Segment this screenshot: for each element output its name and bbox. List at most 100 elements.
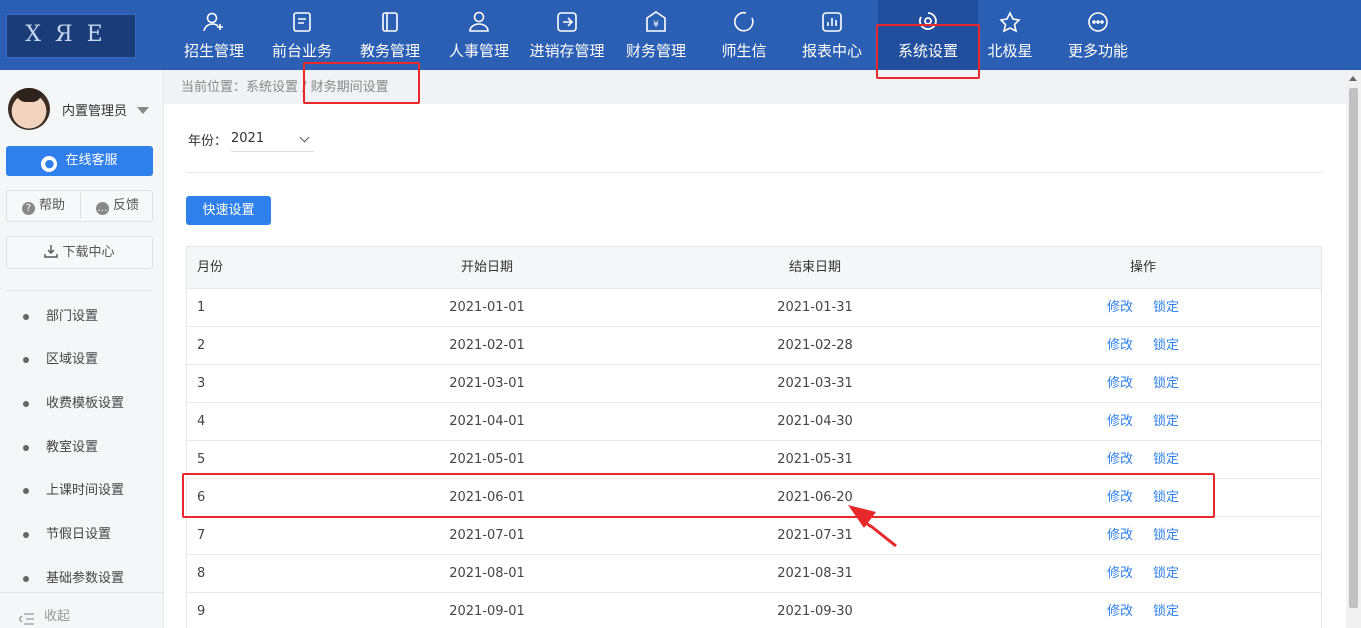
menu-item-region[interactable]: 区域设置: [0, 348, 163, 372]
scroll-thumb[interactable]: [1349, 88, 1358, 608]
svg-text:¥: ¥: [653, 20, 659, 30]
edit-link[interactable]: 修改: [1107, 517, 1133, 555]
menu-label: 节假日设置: [46, 527, 112, 542]
cell-month: 9: [197, 604, 206, 619]
table-row: 6 2021-06-01 2021-06-20 修改 锁定: [187, 479, 1321, 517]
cell-start-date: 2021-01-01: [449, 300, 525, 315]
lock-link[interactable]: 锁定: [1153, 441, 1179, 479]
cell-start-date: 2021-07-01: [449, 528, 525, 543]
collapse-label: 收起: [44, 609, 71, 624]
yuan-icon: ¥: [646, 11, 666, 32]
table-row: 3 2021-03-01 2021-03-31 修改 锁定: [187, 365, 1321, 403]
quick-setting-button[interactable]: 快速设置: [186, 196, 271, 225]
nav-item-reports[interactable]: 报表中心: [794, 0, 870, 70]
nav-label: 财务管理: [625, 42, 686, 60]
edit-link[interactable]: 修改: [1107, 403, 1133, 441]
cell-actions: 修改 锁定: [993, 365, 1293, 403]
arrow-box-icon: [557, 12, 577, 32]
breadcrumb-path: 系统设置 / 财务期间设置: [246, 80, 389, 95]
year-select[interactable]: 2021: [231, 126, 314, 152]
column-header-start: 开始日期: [460, 260, 513, 275]
cell-month: 4: [197, 414, 206, 429]
menu-item-department[interactable]: 部门设置: [0, 305, 163, 329]
comment-icon: …: [95, 202, 109, 215]
lock-link[interactable]: 锁定: [1153, 593, 1179, 628]
nav-item-hr[interactable]: 人事管理: [440, 0, 518, 70]
menu-item-class-time[interactable]: 上课时间设置: [0, 479, 163, 503]
bullet-icon: [23, 488, 29, 494]
help-button[interactable]: ? 帮助: [7, 191, 80, 221]
book-icon: [382, 12, 398, 32]
divider: [6, 290, 153, 291]
cell-actions: 修改 锁定: [993, 593, 1293, 628]
help-feedback-group: ? 帮助 … 反馈: [6, 190, 153, 222]
collapse-button[interactable]: 收起: [0, 592, 163, 628]
cell-end-date: 2021-07-31: [777, 528, 853, 543]
nav-item-finance[interactable]: ¥ 财务管理: [617, 0, 695, 70]
caret-down-icon[interactable]: [137, 107, 149, 114]
nav-item-more[interactable]: 更多功能: [1058, 0, 1138, 70]
help-label: 帮助: [38, 198, 65, 213]
nav-item-inventory[interactable]: 进销存管理: [524, 0, 610, 70]
nav-item-academic[interactable]: 教务管理: [350, 0, 430, 70]
main-content: 年份： 2021 快速设置 月份 开始日期 结束日期 操作 1 2021-01-0…: [164, 104, 1346, 628]
settings-icon: [919, 12, 937, 30]
brand-logo[interactable]: ХЯЕ: [6, 14, 136, 58]
nav-item-system-settings[interactable]: 系统设置: [878, 0, 978, 70]
lock-link[interactable]: 锁定: [1153, 517, 1179, 555]
table-row: 7 2021-07-01 2021-07-31 修改 锁定: [187, 517, 1321, 555]
edit-link[interactable]: 修改: [1107, 555, 1133, 593]
edit-link[interactable]: 修改: [1107, 365, 1133, 403]
nav-item-messaging[interactable]: 师生信: [706, 0, 782, 70]
more-icon: [1088, 12, 1108, 32]
edit-link[interactable]: 修改: [1107, 327, 1133, 365]
lock-link[interactable]: 锁定: [1153, 365, 1179, 403]
nav-item-front-desk[interactable]: 前台业务: [262, 0, 342, 70]
download-icon: [44, 245, 59, 258]
collapse-icon: [19, 613, 34, 625]
download-center-button[interactable]: 下载中心: [6, 236, 153, 269]
circle-icon: [734, 11, 754, 32]
cell-month: 7: [197, 528, 206, 543]
menu-label: 上课时间设置: [46, 483, 125, 498]
menu-label: 区域设置: [46, 352, 99, 367]
customer-service-label: 在线客服: [65, 153, 118, 168]
feedback-button[interactable]: … 反馈: [81, 191, 154, 221]
bullet-icon: [23, 314, 29, 320]
cell-start-date: 2021-03-01: [449, 376, 525, 391]
menu-item-fee-template[interactable]: 收费模板设置: [0, 392, 163, 416]
cell-month: 2: [197, 338, 206, 353]
lock-link[interactable]: 锁定: [1153, 289, 1179, 327]
lock-link[interactable]: 锁定: [1153, 555, 1179, 593]
lock-link[interactable]: 锁定: [1153, 403, 1179, 441]
year-label: 年份：: [188, 134, 228, 149]
edit-link[interactable]: 修改: [1107, 593, 1133, 628]
nav-item-enrollment[interactable]: 招生管理: [172, 0, 256, 70]
edit-link[interactable]: 修改: [1107, 479, 1133, 517]
user-name[interactable]: 内置管理员: [62, 100, 127, 119]
question-icon: ?: [21, 202, 35, 215]
scroll-up-icon[interactable]: [1349, 76, 1357, 81]
cell-actions: 修改 锁定: [993, 555, 1293, 593]
vertical-scrollbar[interactable]: [1346, 70, 1361, 628]
menu-label: 教室设置: [46, 440, 99, 455]
menu-item-holidays[interactable]: 节假日设置: [0, 523, 163, 547]
cell-end-date: 2021-01-31: [777, 300, 853, 315]
menu-item-basic-params[interactable]: 基础参数设置: [0, 567, 163, 591]
year-value: 2021: [231, 131, 265, 146]
customer-service-button[interactable]: ● 在线客服: [6, 146, 153, 176]
nav-item-polaris[interactable]: 北极星: [980, 0, 1040, 70]
avatar[interactable]: [8, 88, 50, 130]
desk-icon: [293, 12, 311, 32]
cell-end-date: 2021-04-30: [777, 414, 853, 429]
menu-item-classroom[interactable]: 教室设置: [0, 436, 163, 460]
lock-link[interactable]: 锁定: [1153, 327, 1179, 365]
table-row: 2 2021-02-01 2021-02-28 修改 锁定: [187, 327, 1321, 365]
cell-actions: 修改 锁定: [993, 327, 1293, 365]
edit-link[interactable]: 修改: [1107, 441, 1133, 479]
lock-link[interactable]: 锁定: [1153, 479, 1179, 517]
edit-link[interactable]: 修改: [1107, 289, 1133, 327]
chat-icon: ●: [41, 156, 58, 172]
table-body: 1 2021-01-01 2021-01-31 修改 锁定 2 2021-02-01 2021…: [187, 289, 1321, 628]
column-header-end: 结束日期: [788, 260, 841, 275]
